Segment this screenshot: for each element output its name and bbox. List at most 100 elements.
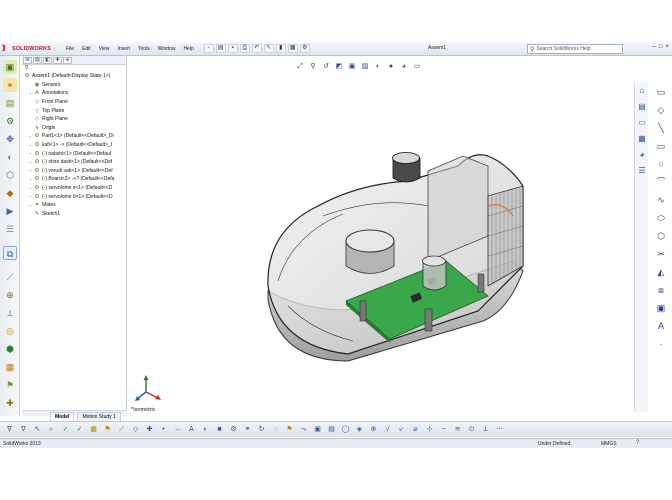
filter-edges-icon[interactable]: ✓ [74, 424, 85, 435]
tree-item[interactable]: + ⚙ kafi<1> -> (Default<<Default>_I [24, 141, 126, 150]
tree-item[interactable]: + ⚙ Part1<1> (Default<<Default>_Di [24, 132, 126, 141]
help-icon[interactable]: ? [636, 440, 639, 446]
exploded-view-icon[interactable]: ⧉ [3, 246, 17, 260]
filter-solid-icon[interactable]: ■ [214, 424, 225, 435]
maximize-button[interactable]: □ [659, 44, 663, 50]
circle-icon[interactable]: ○ [654, 157, 668, 171]
design-library-icon[interactable]: ▤ [636, 101, 648, 113]
filter-surface-icon[interactable]: ◐ [200, 424, 211, 435]
filter-hole-callout-icon[interactable]: ⌀ [410, 424, 421, 435]
minimize-button[interactable]: – [653, 44, 656, 50]
menu-tools[interactable]: Tools [134, 46, 154, 52]
ellipse-icon[interactable]: ⬭ [654, 211, 668, 225]
tree-item[interactable]: ◉ Sensors [24, 81, 126, 90]
filter-icon[interactable]: ∇ [22, 65, 126, 72]
new-motion-study-icon[interactable]: ▶ [3, 204, 17, 218]
tree-item[interactable]: + ⚙ (-) servolome s<1> (Default<<D [24, 184, 126, 193]
text-icon[interactable]: A [654, 319, 668, 333]
tree-item[interactable]: + ⚙ (-) nabshi<1> (Default<<Defaul [24, 149, 126, 158]
tab-property-manager[interactable]: ▤ [33, 57, 42, 64]
filter-centerline-icon[interactable]: ┄ [438, 424, 449, 435]
move-component-icon[interactable]: ✥ [3, 132, 17, 146]
filter-planes-icon[interactable]: ◇ [130, 424, 141, 435]
tree-item[interactable]: + ⚙ (-) Board<2> ->? (Default<<Defa [24, 175, 126, 184]
tree-item[interactable]: ◇ Right Plane [24, 115, 126, 124]
filter-weld-symbol-icon[interactable]: ⩗ [396, 424, 407, 435]
tree-item[interactable]: + ⚙ (-) vorudi sab<1> (Default<<Def [24, 167, 126, 176]
menu-window[interactable]: Window [154, 46, 180, 52]
rectangle-icon[interactable]: ▭ [654, 139, 668, 153]
sketch-icon[interactable]: ▭ [654, 85, 668, 99]
filter-connection-icon[interactable]: ⟂ [480, 424, 491, 435]
tree-item[interactable]: ◇ Top Plane [24, 106, 126, 115]
hole-alignment-icon[interactable]: ◎ [3, 324, 17, 338]
save-icon[interactable]: ▪ [227, 44, 238, 53]
interference-detection-icon[interactable]: ⊕ [3, 288, 17, 302]
filter-silhouette-icon[interactable]: ◌ [270, 424, 281, 435]
custom-properties-icon[interactable]: ☰ [636, 165, 648, 177]
tree-item[interactable]: + A Annotations [24, 89, 126, 98]
tab-display-manager[interactable]: ● [63, 57, 72, 64]
tree-item[interactable]: ✎ Sketch1 [24, 210, 126, 219]
filter-vertices-icon[interactable]: ✓ [60, 424, 71, 435]
clear-filter-icon[interactable]: ▹ [46, 424, 57, 435]
options-gear-icon[interactable]: ⚙ [299, 44, 310, 53]
filter-dowel-icon[interactable]: ⊙ [466, 424, 477, 435]
solidworks-resources-icon[interactable]: ⌂ [636, 85, 648, 97]
filter-cosmetic-thread-icon[interactable]: ≋ [452, 424, 463, 435]
filter-midpoints-icon[interactable]: ⋯ [494, 424, 505, 435]
arc-icon[interactable]: ⌒ [654, 175, 668, 189]
tree-item[interactable]: ◇ Front Plane [24, 98, 126, 107]
filter-features-icon[interactable]: ⚑ [102, 424, 113, 435]
open-folder-icon[interactable]: ▤ [215, 44, 226, 53]
status-units[interactable]: MMGS [601, 441, 617, 447]
mirror-icon[interactable]: ◭ [654, 265, 668, 279]
filter-surface-finish-icon[interactable]: √ [382, 424, 393, 435]
filter-notes-icon[interactable]: A [186, 424, 197, 435]
tree-item[interactable]: + ⚙ (-) servolome b<1> (Default<<D [24, 192, 126, 201]
take-snapshot-icon[interactable]: ✚ [3, 396, 17, 410]
rebuild-icon[interactable]: ▮ [275, 44, 286, 53]
point-icon[interactable]: · [654, 337, 668, 351]
convert-entities-icon[interactable]: ▣ [654, 301, 668, 315]
show-hidden-icon[interactable]: ◐ [3, 150, 17, 164]
view-palette-icon[interactable]: ▦ [636, 133, 648, 145]
filter-mates-icon[interactable]: ⚭ [242, 424, 253, 435]
solidworks-logo[interactable]: ⟫ SOLIDWORKS [0, 45, 62, 52]
new-document-icon[interactable]: ▫ [203, 44, 214, 53]
file-explorer-icon[interactable]: ▭ [636, 117, 648, 129]
mate-icon[interactable]: ⚭ [3, 78, 17, 92]
smart-fasteners-icon[interactable]: ⚙ [3, 114, 17, 128]
tree-item[interactable]: + ⚙ (-) shire dasti<1> (Default<<Def [24, 158, 126, 167]
assembly-features-icon[interactable]: ⬡ [3, 168, 17, 182]
graphics-area[interactable] [128, 56, 632, 416]
offset-icon[interactable]: ⧈ [654, 283, 668, 297]
menu-file[interactable]: File [62, 46, 78, 52]
close-button[interactable]: × [665, 44, 669, 50]
select-pointer-icon[interactable]: ↖ [32, 424, 43, 435]
menu-view[interactable]: View [95, 46, 114, 52]
print-icon[interactable]: ⎙ [239, 44, 250, 53]
tree-item[interactable]: + ⚭ Mates [24, 201, 126, 210]
filter-axes-icon[interactable]: ✚ [144, 424, 155, 435]
menu-help[interactable]: Help [179, 46, 197, 52]
tab-feature-tree[interactable]: ⚙ [23, 57, 32, 64]
menu-edit[interactable]: Edit [78, 46, 95, 52]
filter-gtol-icon[interactable]: ⊕ [368, 424, 379, 435]
filter-blocks-icon[interactable]: ▣ [312, 424, 323, 435]
filter-dimensions-icon[interactable]: ↔ [172, 424, 183, 435]
reference-geometry-icon[interactable]: ◆ [3, 186, 17, 200]
smart-dimension-icon[interactable]: ◇ [654, 103, 668, 117]
undo-icon[interactable]: ↶ [251, 44, 262, 53]
large-assembly-icon[interactable]: ▦ [3, 360, 17, 374]
filter-center-mark-icon[interactable]: ⊹ [424, 424, 435, 435]
filter-datum-icon[interactable]: ◈ [354, 424, 365, 435]
linear-pattern-icon[interactable]: ▤ [3, 96, 17, 110]
filter-balloons-icon[interactable]: ◯ [340, 424, 351, 435]
select-icon[interactable]: ↖ [263, 44, 274, 53]
select-filter-icon[interactable]: ∇ [18, 424, 29, 435]
filter-points-icon[interactable]: • [158, 424, 169, 435]
instant3d-icon[interactable]: ⬢ [3, 342, 17, 356]
bill-of-materials-icon[interactable]: ☰ [3, 222, 17, 236]
filter-components-icon[interactable]: ⚙ [228, 424, 239, 435]
